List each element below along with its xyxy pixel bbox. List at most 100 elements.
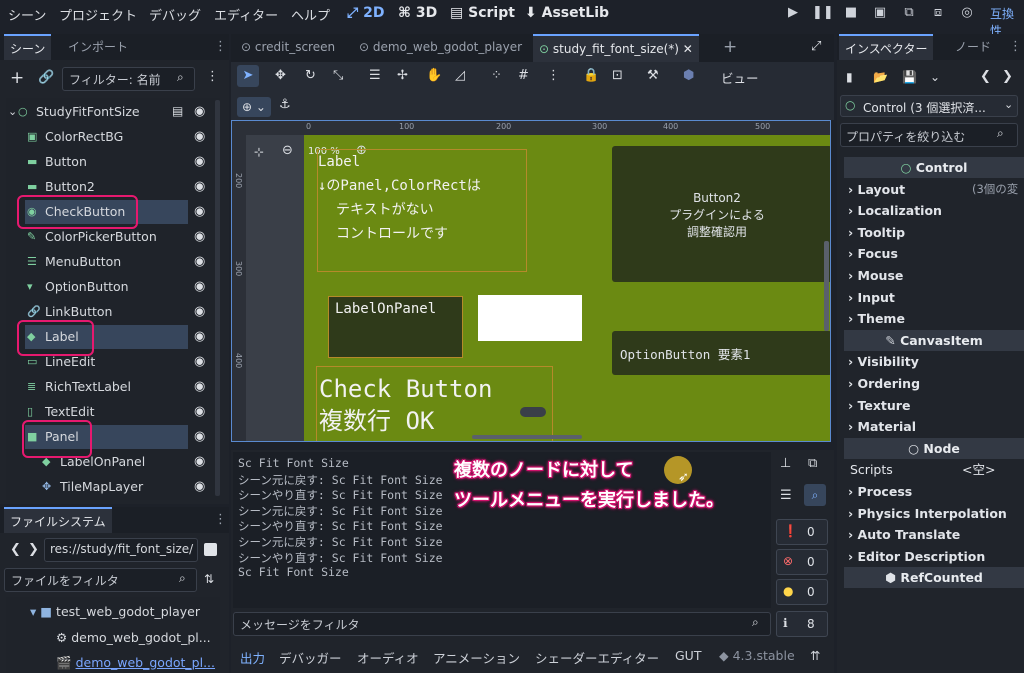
check-button-node[interactable]: Check Button 複数行 OK <box>316 366 553 441</box>
add-tab-icon[interactable]: + <box>723 37 737 57</box>
movie-maker-icon[interactable]: ◎ <box>957 5 977 25</box>
inspector-section[interactable]: › Localization <box>844 200 1024 221</box>
layout-presets-icon[interactable]: ⊕ ⌄ <box>237 97 271 117</box>
scene-options-icon[interactable]: ⋮ <box>206 69 219 84</box>
sort-icon[interactable]: ⇅ <box>204 572 214 586</box>
color-picker-button[interactable] <box>478 295 582 341</box>
inspector-section[interactable]: › Material <box>844 416 1024 437</box>
path-field[interactable]: res://study/fit_font_size/ <box>44 538 198 562</box>
menu-editor[interactable]: エディター <box>214 5 278 24</box>
collapse-chevron-icon[interactable]: ⌄ <box>8 100 17 124</box>
inspector-category-header[interactable]: ✎ CanvasItem <box>844 329 1024 351</box>
label-on-panel[interactable]: LabelOnPanel <box>335 301 436 317</box>
resource-options-icon[interactable]: ⌄ <box>930 70 940 84</box>
file-row[interactable]: 🎬 demo_web_godot_pl... <box>56 655 215 671</box>
inspector-section[interactable]: › Layout (3個の変 <box>844 179 1024 200</box>
visibility-eye-icon[interactable]: ◉ <box>194 379 205 394</box>
visibility-eye-icon[interactable]: ◉ <box>194 279 205 294</box>
open-resource-icon[interactable]: 📂 <box>873 70 888 84</box>
filter-messages-button[interactable]: ❗ 0 <box>776 519 828 545</box>
fullscreen-icon[interactable]: ⤢ <box>811 39 821 54</box>
filter-info-button[interactable]: ℹ8 <box>776 611 828 637</box>
scene-tree-row[interactable]: ✥ TileMapLayer <box>8 475 213 499</box>
scene-tree-row[interactable]: ☰ MenuButton <box>8 250 213 274</box>
tab-study-fit-font-size[interactable]: ⊙ study_fit_font_size(*) ✕ <box>533 34 699 62</box>
inspector-section[interactable]: › Editor Description <box>844 546 1024 567</box>
inspector-section[interactable]: › Visibility <box>844 351 1024 372</box>
output-search-icon[interactable]: ⌕ <box>804 484 826 506</box>
history-back-icon[interactable]: ❮ <box>980 69 991 84</box>
forward-icon[interactable]: ❯ <box>28 542 39 557</box>
bottom-tab-animation[interactable]: アニメーション <box>433 648 520 667</box>
zoom-out-icon[interactable]: ⊖ <box>282 143 293 158</box>
filter-warnings-button[interactable]: ● 0 <box>776 579 828 605</box>
bottom-tab-output[interactable]: 出力 <box>240 648 265 667</box>
viewport-v-scrollbar[interactable] <box>824 241 829 331</box>
button2-node[interactable]: Button2 プラグインによる 調整確認用 <box>612 146 830 282</box>
instance-scene-icon[interactable]: 🔗 <box>38 70 54 85</box>
workspace-2d[interactable]: ⤢ 2D <box>347 5 384 21</box>
workspace-assetlib[interactable]: ⬇ AssetLib <box>525 5 609 21</box>
visibility-eye-icon[interactable]: ◉ <box>194 304 205 319</box>
new-resource-icon[interactable]: ▮ <box>846 70 853 84</box>
visibility-eye-icon[interactable]: ◉ <box>194 229 205 244</box>
filesystem-menu-icon[interactable]: ⋮ <box>214 512 227 527</box>
bottom-tab-shader-editor[interactable]: シェーダーエディター <box>535 648 659 667</box>
property-filter-input[interactable]: プロパティを絞り込む ⌕ <box>840 123 1018 147</box>
inspector-category-header[interactable]: ○ Control <box>844 157 1024 178</box>
menu-debug[interactable]: デバッグ <box>149 5 201 24</box>
pan-tool-icon[interactable]: ✋ <box>426 68 442 83</box>
option-button-node[interactable]: OptionButton 要素1 <box>612 331 830 375</box>
add-node-icon[interactable]: + <box>10 68 24 88</box>
visibility-eye-icon[interactable]: ◉ <box>194 104 205 119</box>
scene-tree-row[interactable]: ≣ RichTextLabel <box>8 375 213 399</box>
tab-credit-screen[interactable]: ⊙ credit_screen <box>235 34 341 60</box>
scale-tool-icon[interactable]: ⤡ <box>333 68 343 83</box>
toggle-split-icon[interactable] <box>204 543 217 556</box>
anchor-icon[interactable]: ⚓ <box>279 97 291 112</box>
tab-node[interactable]: ノード <box>949 34 997 60</box>
tab-import[interactable]: インポート <box>62 34 134 60</box>
rotate-tool-icon[interactable]: ↻ <box>305 68 316 83</box>
visibility-eye-icon[interactable]: ◉ <box>194 129 205 144</box>
bottom-tab-gut[interactable]: GUT <box>675 648 701 663</box>
inspector-section[interactable]: › Tooltip <box>844 222 1024 243</box>
play-icon[interactable]: ▶ <box>783 5 803 25</box>
remote-debug-icon[interactable]: ▣ <box>870 5 890 25</box>
label-node[interactable]: Label ↓のPanel,ColorRectは テキストがない コントロールで… <box>317 149 527 272</box>
inspector-section[interactable]: › Physics Interpolation <box>844 503 1024 524</box>
inspector-menu-icon[interactable]: ⋮ <box>1009 39 1022 54</box>
bottom-tab-debugger[interactable]: デバッガー <box>279 648 342 667</box>
inspector-property-scripts[interactable]: Scripts <空> <box>844 459 1024 480</box>
visibility-eye-icon[interactable]: ◉ <box>194 204 205 219</box>
tab-demo-web-godot-player[interactable]: ⊙ demo_web_godot_player <box>353 34 528 60</box>
grid-snap-icon[interactable]: # <box>518 68 529 83</box>
visibility-eye-icon[interactable]: ◉ <box>194 429 205 444</box>
menu-help[interactable]: ヘルプ <box>291 5 330 24</box>
visibility-eye-icon[interactable]: ◉ <box>194 254 205 269</box>
viewport-h-scrollbar[interactable] <box>472 435 582 439</box>
history-forward-icon[interactable]: ❯ <box>1002 69 1013 84</box>
inspector-section[interactable]: › Ordering <box>844 373 1024 394</box>
bottom-tab-audio[interactable]: オーディオ <box>357 648 419 667</box>
close-icon[interactable]: ✕ <box>683 42 693 56</box>
play-scene-icon[interactable]: ⧉ <box>899 5 919 25</box>
menu-project[interactable]: プロジェクト <box>59 5 137 24</box>
file-folder-row[interactable]: ▾ ■ test_web_godot_player <box>30 604 200 619</box>
pause-icon[interactable]: ❚❚ <box>812 5 834 25</box>
camera-override-icon[interactable]: ⬢ <box>683 68 694 83</box>
view-menu[interactable]: ビュー <box>721 68 759 87</box>
ruler-tool-icon[interactable]: ◿ <box>455 68 465 83</box>
node-filter-input[interactable]: フィルター: 名前 ⌕ <box>62 67 195 91</box>
message-filter-input[interactable]: メッセージをフィルタ ⌕ <box>233 612 771 636</box>
toggle-switch-icon[interactable] <box>520 407 546 417</box>
visibility-eye-icon[interactable]: ◉ <box>194 479 205 494</box>
visibility-eye-icon[interactable]: ◉ <box>194 329 205 344</box>
center-view-icon[interactable]: ⊹ <box>254 145 264 159</box>
expand-bottom-panel-icon[interactable]: ⇈ <box>810 648 820 663</box>
script-attached-icon[interactable]: ▤ <box>172 104 183 118</box>
tab-filesystem[interactable]: ファイルシステム <box>4 507 112 533</box>
back-icon[interactable]: ❮ <box>10 542 21 557</box>
scene-tree-row[interactable]: ▬ Button <box>8 150 213 174</box>
tab-scene[interactable]: シーン <box>4 34 52 60</box>
